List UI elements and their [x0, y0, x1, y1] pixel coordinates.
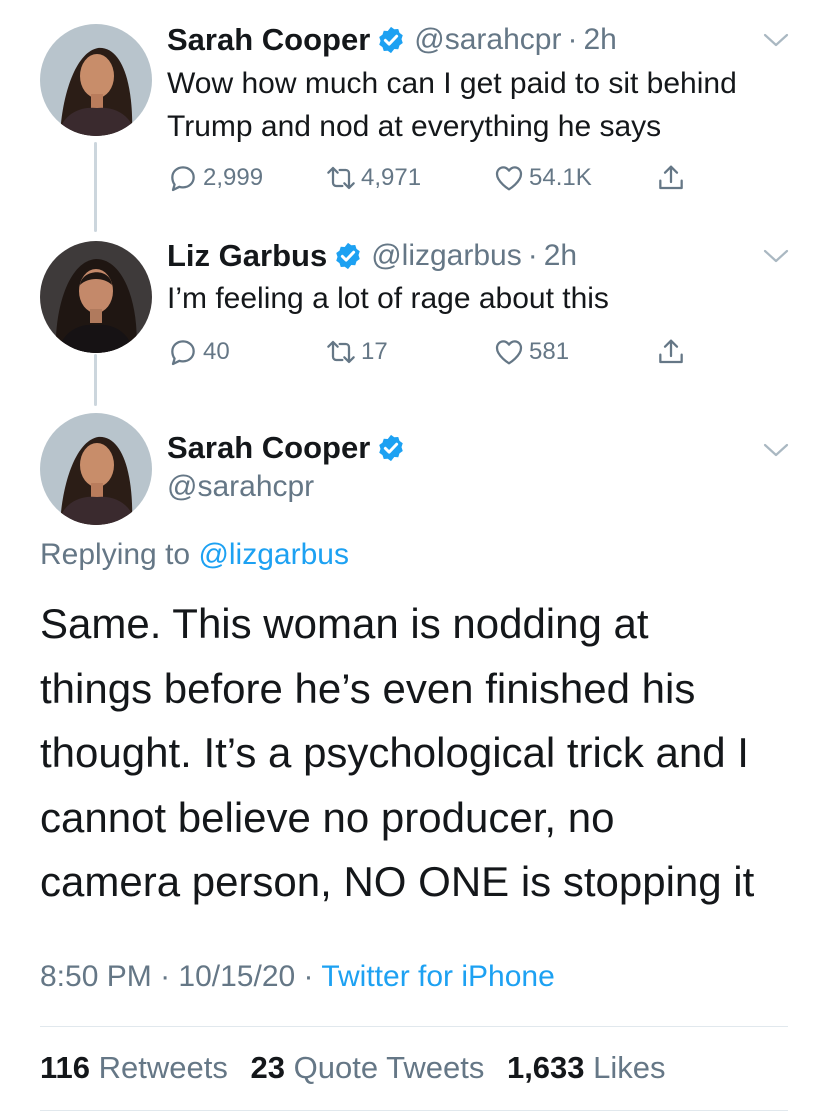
reply-count: 40 [203, 338, 230, 365]
like-count: 54.1K [529, 164, 592, 191]
retweet-button[interactable]: 4,971 [325, 158, 421, 198]
user-handle[interactable]: @lizgarbus [371, 239, 522, 273]
user-handle[interactable]: @sarahcpr [414, 23, 561, 57]
reply-count: 2,999 [203, 164, 264, 191]
timestamp[interactable]: 2h [583, 23, 616, 57]
separator-dot: · [303, 960, 314, 993]
reply-icon [171, 340, 195, 366]
display-name[interactable]: Sarah Cooper [167, 430, 370, 466]
share-icon [659, 165, 683, 190]
tweet-text-line: Same. This woman is nodding at [40, 600, 649, 647]
tweet-text-line: things before he’s even finished his [40, 664, 696, 712]
thread-line [94, 354, 97, 406]
main-tweet-text: Same. This woman is nodding at things be… [40, 592, 800, 915]
separator-dot: · [160, 960, 171, 993]
quote-tweets-label: Quote Tweets [293, 1050, 485, 1085]
chevron-down-icon[interactable] [762, 246, 790, 266]
reply-button[interactable]: 2,999 [167, 158, 263, 198]
replying-to-link[interactable]: @lizgarbus [198, 538, 349, 571]
chevron-down-icon[interactable] [762, 440, 790, 460]
avatar[interactable] [40, 413, 152, 525]
reply-icon [171, 166, 195, 192]
tweet-time[interactable]: 8:50 PM [40, 960, 152, 993]
avatar-image-sarah [40, 413, 152, 525]
retweet-icon [327, 340, 355, 364]
tweet-text-line: Wow how much can I get paid to sit behin… [167, 67, 737, 100]
tweet-text-line: thought. It’s a psychological trick and … [40, 729, 749, 776]
heart-icon [495, 166, 523, 191]
verified-badge-icon [379, 434, 404, 462]
thread-tweet-1[interactable]: Sarah Cooper @sarahcpr · 2h Wow how much… [0, 0, 828, 232]
retweet-count: 17 [361, 338, 388, 365]
retweets-stat[interactable]: 116 Retweets [40, 1050, 228, 1085]
main-tweet-author: Sarah Cooper [167, 430, 414, 466]
quote-tweets-stat[interactable]: 23 Quote Tweets [251, 1050, 485, 1085]
tweet-text: I’m feeling a lot of rage about this [167, 277, 807, 320]
timestamp[interactable]: 2h [544, 239, 577, 273]
tweet-meta: 8:50 PM · 10/15/20 · Twitter for iPhone [40, 960, 555, 994]
retweets-count: 116 [40, 1050, 91, 1085]
like-count: 581 [529, 338, 570, 365]
thread-line [94, 142, 97, 232]
separator-dot: · [567, 23, 578, 56]
reply-button[interactable]: 40 [167, 332, 230, 372]
divider [40, 1110, 788, 1111]
avatar-image-sarah [40, 24, 152, 136]
like-button[interactable]: 54.1K [493, 158, 592, 198]
tweet-header: Sarah Cooper @sarahcpr · 2h [167, 20, 617, 60]
share-button[interactable] [655, 332, 691, 372]
tweet-header: Liz Garbus @lizgarbus · 2h [167, 236, 577, 276]
retweet-icon [327, 166, 355, 190]
replying-prefix: Replying to [40, 538, 191, 571]
separator-dot: · [527, 239, 538, 272]
tweet-actions: 40 17 581 [167, 332, 707, 372]
avatar[interactable] [40, 24, 152, 136]
avatar-image-liz [40, 241, 152, 353]
share-button[interactable] [655, 158, 691, 198]
share-icon [659, 339, 683, 364]
verified-badge-icon [336, 242, 360, 270]
display-name[interactable]: Sarah Cooper [167, 22, 370, 58]
retweet-button[interactable]: 17 [325, 332, 388, 372]
user-handle[interactable]: @sarahcpr [167, 470, 314, 504]
retweets-label: Retweets [98, 1050, 228, 1085]
chevron-down-icon[interactable] [762, 30, 790, 50]
tweet-text: Wow how much can I get paid to sit behin… [167, 62, 807, 148]
tweet-source-link[interactable]: Twitter for iPhone [321, 960, 554, 993]
tweet-text-line: camera person, NO ONE is stopping it [40, 858, 755, 905]
likes-count: 1,633 [506, 1050, 585, 1085]
replying-to: Replying to @lizgarbus [40, 538, 349, 572]
tweet-text-line: cannot believe no producer, no [40, 793, 615, 841]
tweet-text-line: Trump and nod at everything he says [167, 110, 662, 143]
likes-stat[interactable]: 1,633 Likes [507, 1050, 666, 1085]
display-name[interactable]: Liz Garbus [167, 238, 327, 274]
retweet-count: 4,971 [361, 164, 422, 191]
verified-badge-icon [379, 26, 404, 54]
tweet-date[interactable]: 10/15/20 [178, 960, 295, 993]
quote-tweets-count: 23 [250, 1050, 285, 1085]
engagement-stats: 116 Retweets 23 Quote Tweets 1,633 Likes [40, 1050, 666, 1086]
likes-label: Likes [593, 1050, 666, 1085]
tweet-text-line: I’m feeling a lot of rage about this [167, 282, 609, 315]
heart-icon [495, 340, 523, 365]
like-button[interactable]: 581 [493, 332, 569, 372]
thread-tweet-2[interactable]: Liz Garbus @lizgarbus · 2h I’m feeling a… [0, 236, 828, 406]
divider [40, 1026, 788, 1027]
tweet-actions: 2,999 4,971 54.1K [167, 158, 707, 198]
avatar[interactable] [40, 241, 152, 353]
